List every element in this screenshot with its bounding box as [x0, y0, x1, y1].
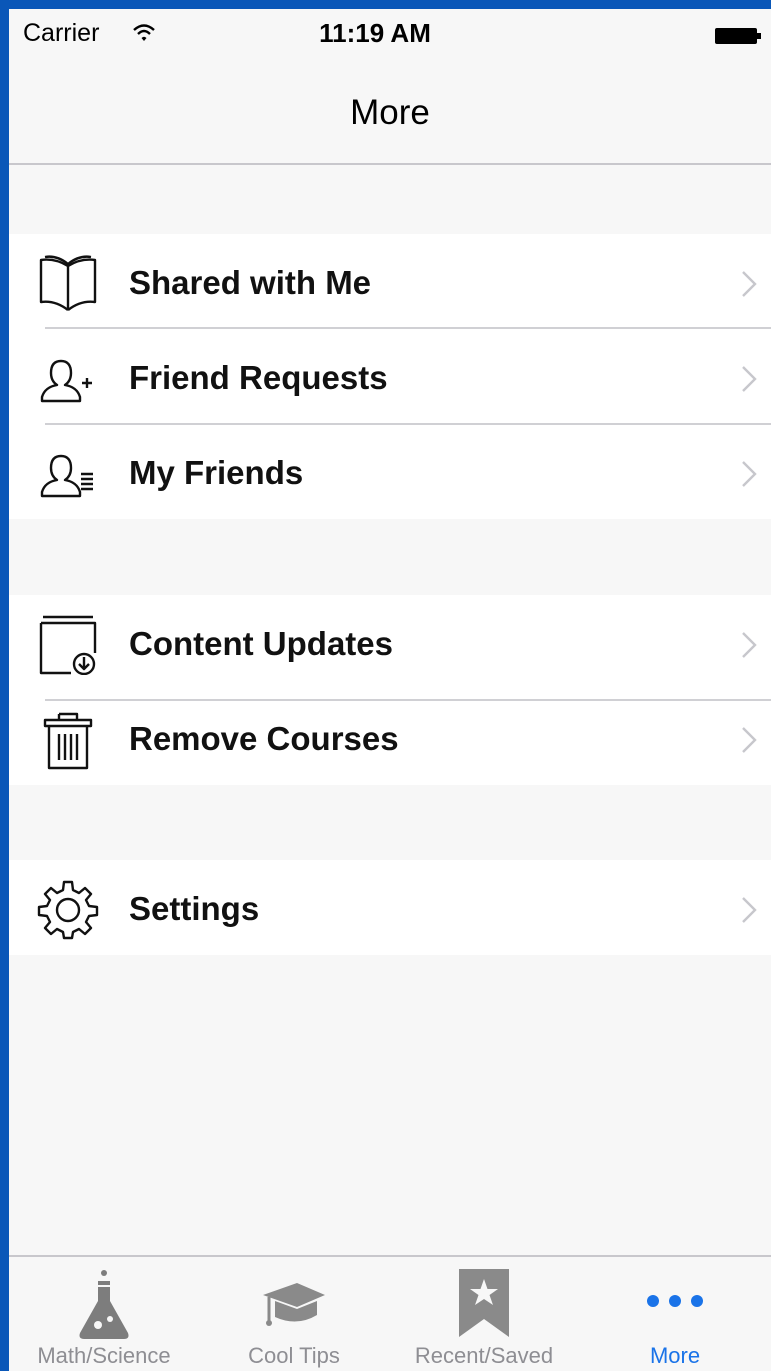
tab-label: Cool Tips [248, 1343, 340, 1368]
status-time: 11:19 AM [319, 18, 431, 48]
menu-item-shared-with-me[interactable]: Shared with Me [9, 234, 771, 329]
graduation-cap-icon [263, 1283, 325, 1326]
tab-label: More [649, 1343, 701, 1368]
trash-icon [43, 712, 93, 770]
tab-label: Recent/Saved [414, 1343, 554, 1368]
gear-icon [37, 880, 99, 940]
chevron-right-icon [742, 461, 757, 487]
menu-item-friend-requests[interactable]: Friend Requests [9, 329, 771, 424]
menu-item-label: Content Updates [129, 625, 393, 662]
menu-group-settings: Settings [9, 860, 771, 955]
status-bar: Carrier 11:19 AM [9, 9, 771, 57]
menu-item-label: Friend Requests [129, 359, 388, 396]
menu-item-settings[interactable]: Settings [9, 860, 771, 955]
download-folder-icon [39, 615, 97, 675]
person-add-icon [40, 359, 92, 403]
chevron-right-icon [742, 632, 757, 658]
tab-bar: Math/Science Cool Tips Recent/Saved More [9, 1255, 771, 1371]
tab-recent-saved[interactable]: Recent/Saved [389, 1257, 579, 1371]
person-list-icon [40, 454, 93, 498]
menu-item-remove-courses[interactable]: Remove Courses [9, 690, 771, 785]
menu-item-content-updates[interactable]: Content Updates [9, 595, 771, 690]
menu-item-my-friends[interactable]: My Friends [9, 424, 771, 519]
tab-math-science[interactable]: Math/Science [9, 1257, 199, 1371]
open-book-icon [39, 255, 97, 311]
chevron-right-icon [742, 727, 757, 753]
bookmark-star-icon [459, 1269, 509, 1337]
menu-item-label: My Friends [129, 454, 304, 491]
menu-item-label: Shared with Me [129, 264, 372, 301]
menu-item-label: Remove Courses [129, 720, 399, 757]
menu-group-content: Content Updates Remove Courses [9, 595, 771, 785]
menu-group-social: Shared with Me Friend Requests My Friend… [9, 234, 771, 519]
menu-item-label: Settings [129, 890, 260, 927]
chevron-right-icon [742, 271, 757, 297]
phone-screen: Carrier 11:19 AM More Shared with Me Fri… [9, 9, 771, 1371]
page-title: More [350, 93, 430, 132]
tab-label: Math/Science [37, 1343, 171, 1368]
flask-icon [79, 1270, 129, 1339]
battery-icon [715, 28, 761, 44]
chevron-right-icon [742, 366, 757, 392]
tab-more[interactable]: More [579, 1257, 771, 1371]
more-dots-icon [647, 1295, 703, 1307]
navigation-bar: More [9, 57, 771, 165]
chevron-right-icon [742, 897, 757, 923]
tab-cool-tips[interactable]: Cool Tips [199, 1257, 389, 1371]
